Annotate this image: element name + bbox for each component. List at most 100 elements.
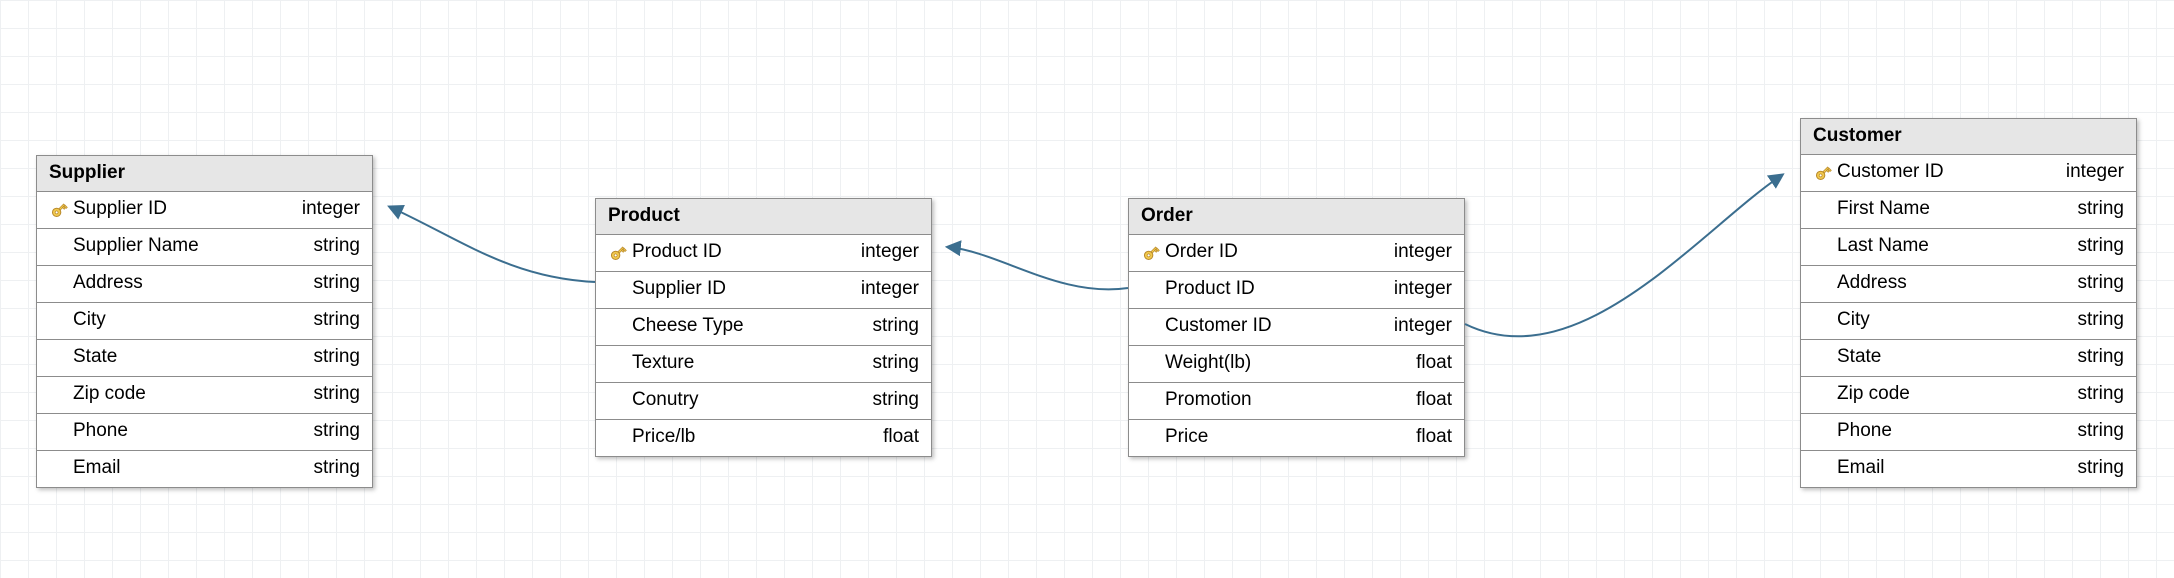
field-type: string xyxy=(2078,383,2124,406)
field-name: Email xyxy=(1837,457,2078,480)
entity-product[interactable]: ProductProduct IDintegerSupplier IDinteg… xyxy=(595,198,932,457)
field-type: string xyxy=(2078,198,2124,221)
entity-field-row[interactable]: Order IDinteger xyxy=(1129,235,1464,272)
entity-field-row[interactable]: Statestring xyxy=(37,340,372,377)
entity-field-row[interactable]: Price/lbfloat xyxy=(596,420,931,456)
primary-key-icon xyxy=(1813,163,1833,183)
field-name: Address xyxy=(73,272,314,295)
field-name: Email xyxy=(73,457,314,480)
entity-field-row[interactable]: Statestring xyxy=(1801,340,2136,377)
field-name: Weight(lb) xyxy=(1165,352,1416,375)
entity-field-row[interactable]: Addressstring xyxy=(1801,266,2136,303)
primary-key-cell xyxy=(604,243,632,263)
primary-key-cell xyxy=(1809,163,1837,183)
entity-field-row[interactable]: Emailstring xyxy=(1801,451,2136,487)
field-type: string xyxy=(873,315,919,338)
field-type: string xyxy=(314,420,360,443)
field-name: Product ID xyxy=(1165,278,1394,301)
field-name: Supplier ID xyxy=(632,278,861,301)
field-type: float xyxy=(1416,352,1452,375)
entity-header[interactable]: Supplier xyxy=(37,156,372,192)
field-name: Last Name xyxy=(1837,235,2078,258)
field-name: Product ID xyxy=(632,241,861,264)
field-type: string xyxy=(314,383,360,406)
field-type: string xyxy=(2078,457,2124,480)
field-name: Supplier ID xyxy=(73,198,302,221)
entity-field-row[interactable]: Product IDinteger xyxy=(1129,272,1464,309)
entity-field-row[interactable]: Zip codestring xyxy=(37,377,372,414)
field-type: integer xyxy=(861,241,919,264)
field-name: Zip code xyxy=(73,383,314,406)
entity-field-row[interactable]: Supplier IDinteger xyxy=(596,272,931,309)
field-type: integer xyxy=(2066,161,2124,184)
entity-field-row[interactable]: Citystring xyxy=(37,303,372,340)
field-name: Address xyxy=(1837,272,2078,295)
entity-field-row[interactable]: Conutrystring xyxy=(596,383,931,420)
field-type: string xyxy=(873,352,919,375)
field-name: Customer ID xyxy=(1837,161,2066,184)
field-type: string xyxy=(2078,309,2124,332)
entity-field-row[interactable]: Cheese Typestring xyxy=(596,309,931,346)
entity-field-row[interactable]: Promotionfloat xyxy=(1129,383,1464,420)
field-type: string xyxy=(2078,420,2124,443)
field-type: string xyxy=(314,272,360,295)
field-type: string xyxy=(2078,272,2124,295)
field-type: integer xyxy=(1394,315,1452,338)
field-name: City xyxy=(73,309,314,332)
entity-customer[interactable]: CustomerCustomer IDintegerFirst Namestri… xyxy=(1800,118,2137,488)
connector-product-to-supplier[interactable] xyxy=(390,207,595,282)
field-type: integer xyxy=(1394,278,1452,301)
field-type: string xyxy=(314,457,360,480)
field-name: Promotion xyxy=(1165,389,1416,412)
entity-field-row[interactable]: Product IDinteger xyxy=(596,235,931,272)
entity-field-row[interactable]: Last Namestring xyxy=(1801,229,2136,266)
field-name: Texture xyxy=(632,352,873,375)
field-type: string xyxy=(314,309,360,332)
entity-field-row[interactable]: Pricefloat xyxy=(1129,420,1464,456)
field-name: Phone xyxy=(1837,420,2078,443)
entity-header[interactable]: Product xyxy=(596,199,931,235)
entity-order[interactable]: OrderOrder IDintegerProduct IDintegerCus… xyxy=(1128,198,1465,457)
field-name: Order ID xyxy=(1165,241,1394,264)
primary-key-icon xyxy=(1141,243,1161,263)
primary-key-icon xyxy=(49,200,69,220)
field-name: State xyxy=(1837,346,2078,369)
connector-order-to-customer[interactable] xyxy=(1465,175,1782,336)
entity-field-row[interactable]: Emailstring xyxy=(37,451,372,487)
field-name: City xyxy=(1837,309,2078,332)
field-name: Supplier Name xyxy=(73,235,314,258)
entity-field-row[interactable]: Customer IDinteger xyxy=(1129,309,1464,346)
field-type: integer xyxy=(861,278,919,301)
field-type: float xyxy=(1416,389,1452,412)
primary-key-icon xyxy=(608,243,628,263)
field-type: string xyxy=(314,346,360,369)
diagram-canvas: SupplierSupplier IDintegerSupplier Names… xyxy=(0,0,2174,578)
field-name: State xyxy=(73,346,314,369)
entity-field-row[interactable]: Phonestring xyxy=(37,414,372,451)
entity-field-row[interactable]: Weight(lb)float xyxy=(1129,346,1464,383)
entity-supplier[interactable]: SupplierSupplier IDintegerSupplier Names… xyxy=(36,155,373,488)
field-name: Price/lb xyxy=(632,426,883,449)
entity-field-row[interactable]: Addressstring xyxy=(37,266,372,303)
entity-field-row[interactable]: Supplier IDinteger xyxy=(37,192,372,229)
primary-key-cell xyxy=(45,200,73,220)
field-type: float xyxy=(1416,426,1452,449)
entity-field-row[interactable]: Supplier Namestring xyxy=(37,229,372,266)
connector-order-to-product[interactable] xyxy=(948,247,1128,289)
primary-key-cell xyxy=(1137,243,1165,263)
field-name: Cheese Type xyxy=(632,315,873,338)
entity-field-row[interactable]: First Namestring xyxy=(1801,192,2136,229)
field-type: float xyxy=(883,426,919,449)
entity-field-row[interactable]: Customer IDinteger xyxy=(1801,155,2136,192)
field-name: Price xyxy=(1165,426,1416,449)
field-name: Phone xyxy=(73,420,314,443)
entity-field-row[interactable]: Citystring xyxy=(1801,303,2136,340)
entity-field-row[interactable]: Phonestring xyxy=(1801,414,2136,451)
field-type: string xyxy=(873,389,919,412)
entity-header[interactable]: Order xyxy=(1129,199,1464,235)
field-type: integer xyxy=(302,198,360,221)
entity-field-row[interactable]: Texturestring xyxy=(596,346,931,383)
entity-header[interactable]: Customer xyxy=(1801,119,2136,155)
entity-field-row[interactable]: Zip codestring xyxy=(1801,377,2136,414)
field-name: Zip code xyxy=(1837,383,2078,406)
